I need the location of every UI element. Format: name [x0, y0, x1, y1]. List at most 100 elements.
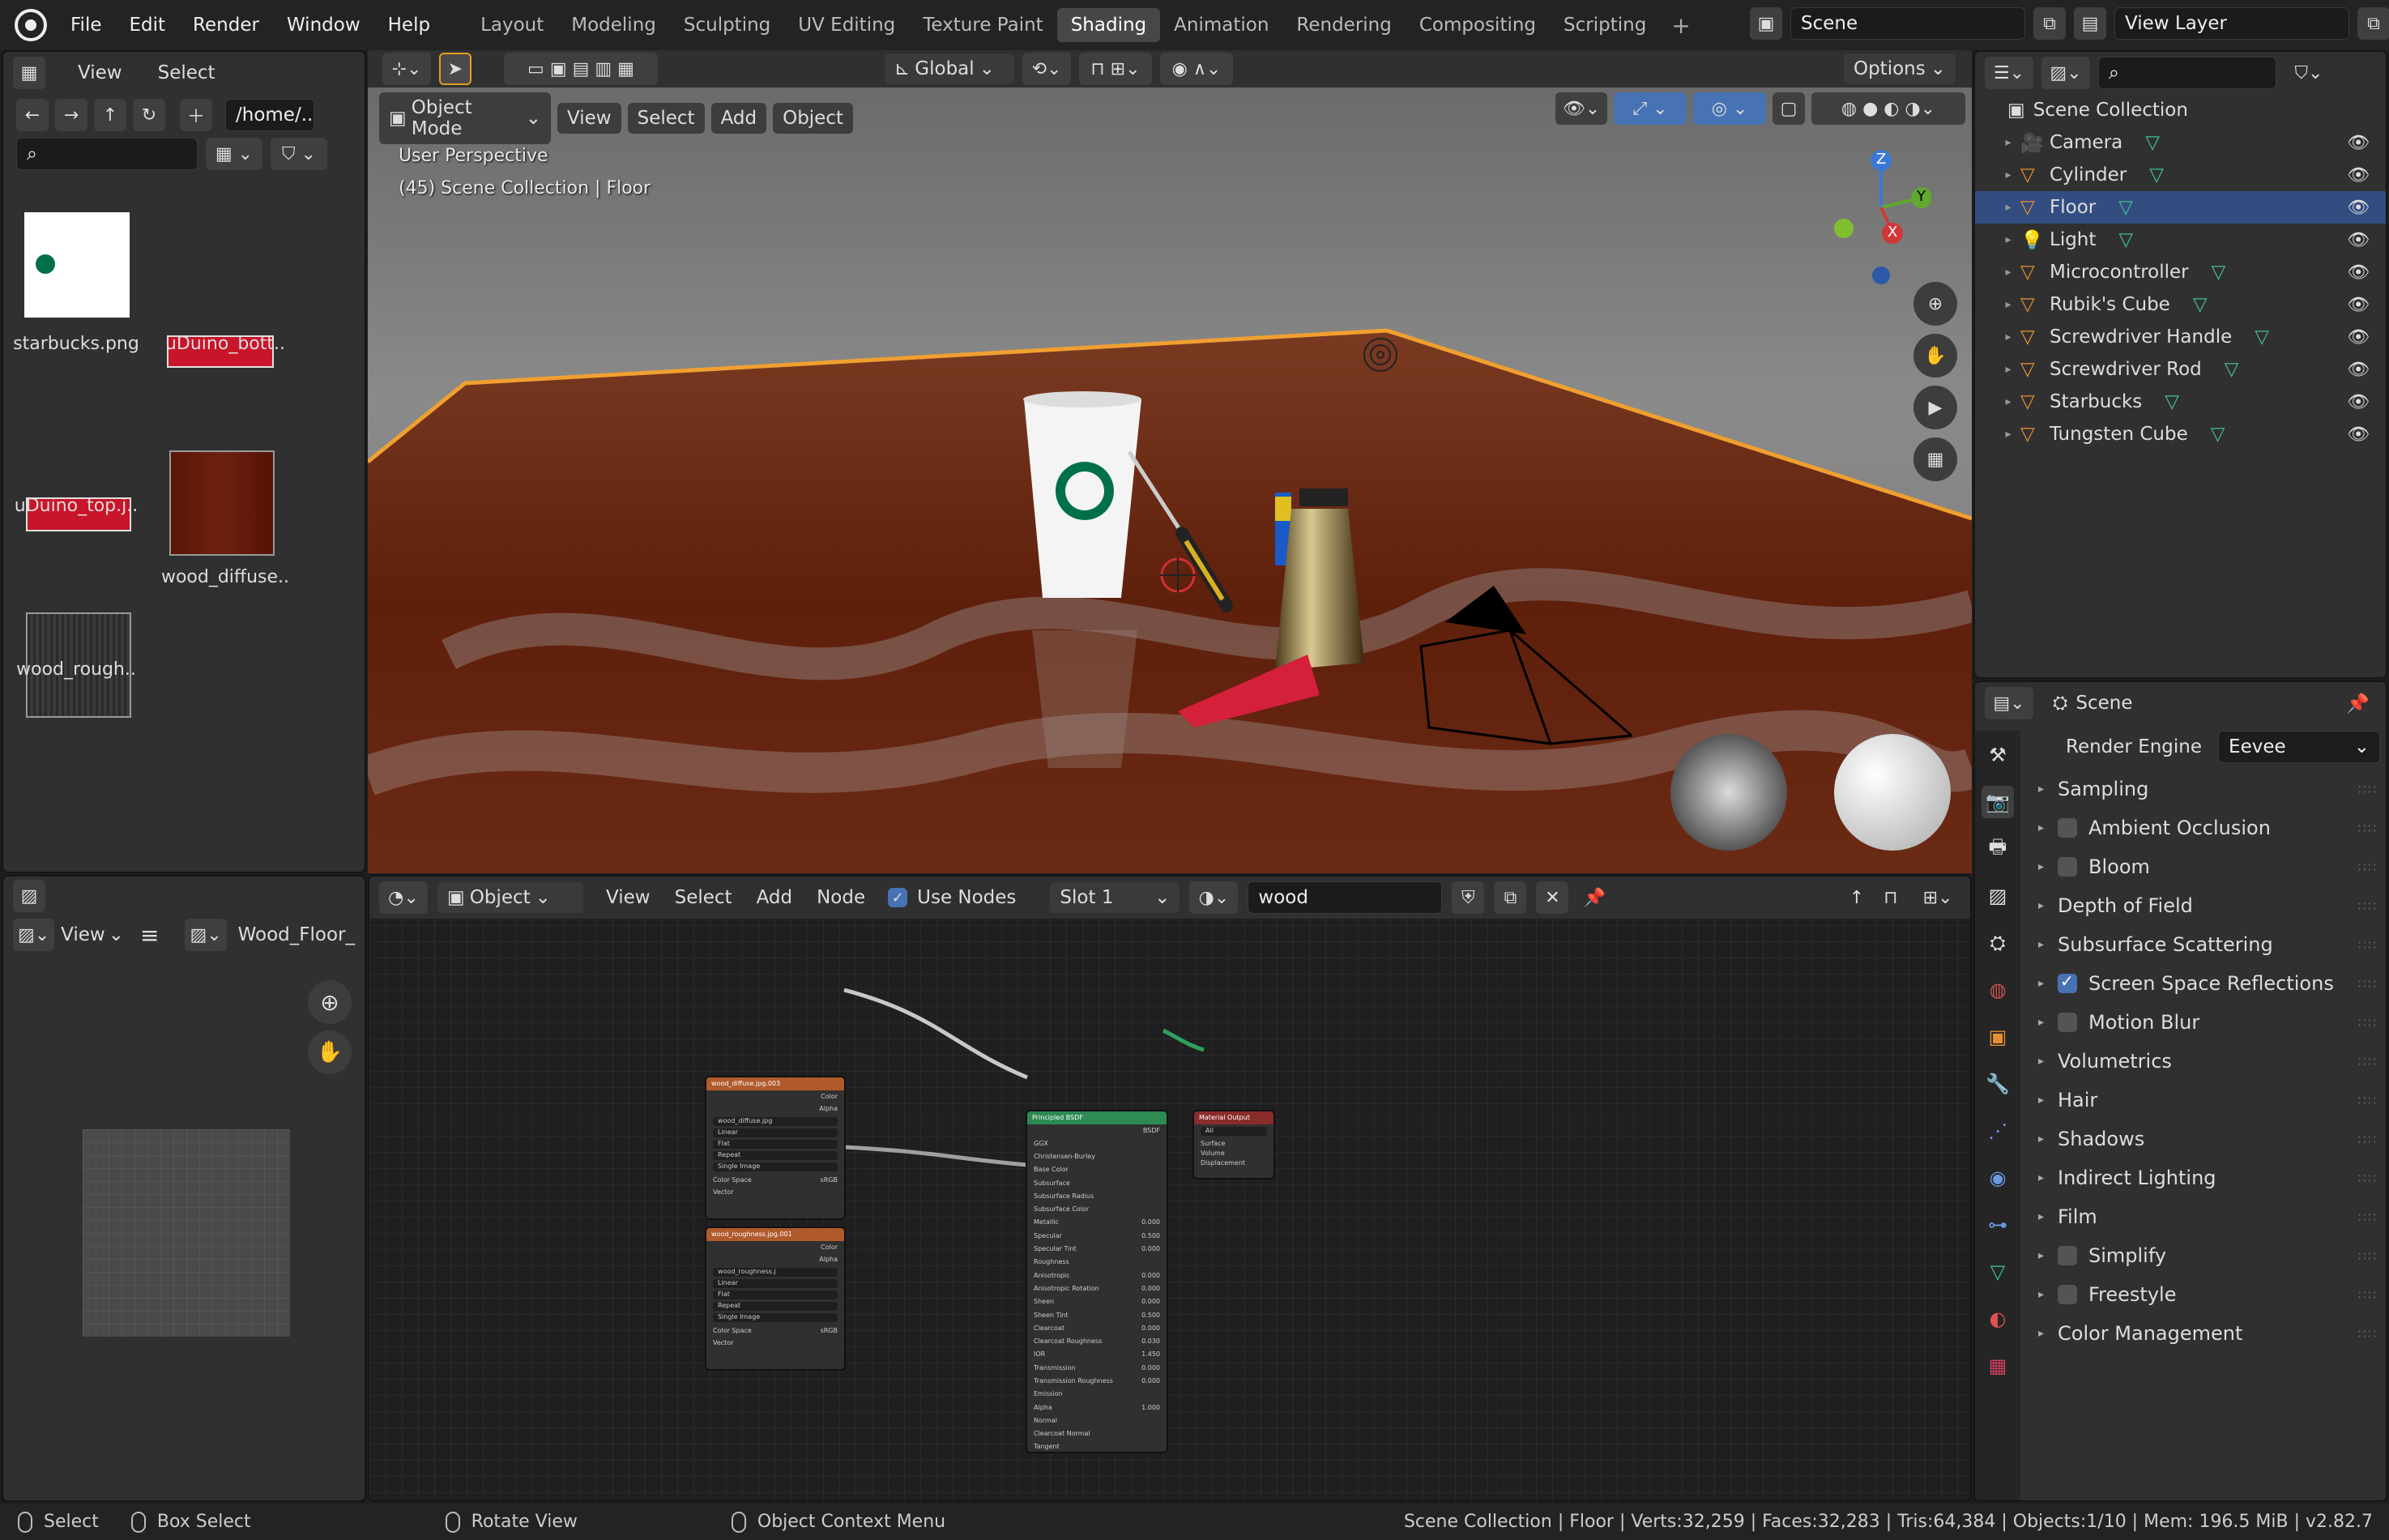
image-field[interactable]: wood_diffuse.jpg: [713, 1117, 838, 1126]
editor-type-icon[interactable]: ☰⌄: [1985, 57, 2033, 89]
outliner-item[interactable]: ▸ ▽ Microcontroller ▽ 👁: [1975, 256, 2386, 288]
bsdf-input-row[interactable]: Transmission 0.000: [1027, 1361, 1167, 1374]
bsdf-input-row[interactable]: Anisotropic Rotation 0.000: [1027, 1282, 1167, 1295]
drag-handle-icon[interactable]: ∷∷: [2358, 821, 2378, 836]
image-name[interactable]: Wood_Floor_: [238, 924, 355, 945]
expand-arrow-icon[interactable]: ▸: [1996, 169, 2020, 181]
image-field[interactable]: wood_roughness.j: [713, 1268, 838, 1277]
path-field[interactable]: /home/..: [225, 99, 314, 131]
image-browse-icon[interactable]: ▨⌄: [185, 919, 227, 951]
eye-icon[interactable]: 👁: [2347, 165, 2370, 186]
drag-handle-icon[interactable]: ∷∷: [2358, 1248, 2378, 1264]
object-data-icon[interactable]: ▽: [2255, 326, 2269, 348]
bsdf-input-row[interactable]: Base Color: [1027, 1163, 1167, 1176]
outliner-item[interactable]: ▸ ▽ Rubik's Cube ▽ 👁: [1975, 288, 2386, 321]
texture-tab-icon[interactable]: ▦: [1982, 1350, 2014, 1382]
scene-name-field[interactable]: Scene: [1790, 7, 2025, 40]
overlay-toggle-icon[interactable]: ◎ ⌄: [1693, 92, 1766, 125]
workspace-tab-rendering[interactable]: Rendering: [1282, 8, 1405, 42]
panel-bloom[interactable]: ▸ Bloom ∷∷: [2020, 847, 2386, 886]
outliner-item[interactable]: ▸ 🎥 Camera ▽ 👁: [1975, 126, 2386, 159]
interpolation-dropdown[interactable]: Linear: [713, 1128, 838, 1137]
expand-arrow-icon[interactable]: ▸: [1996, 201, 2020, 214]
drag-handle-icon[interactable]: ∷∷: [2358, 1132, 2378, 1147]
view-layer-field[interactable]: View Layer: [2114, 7, 2349, 40]
view-layer-browse-icon[interactable]: ▤: [2074, 7, 2106, 40]
bsdf-input-row[interactable]: Metallic 0.000: [1027, 1216, 1167, 1229]
bsdf-input-row[interactable]: IOR 1.450: [1027, 1348, 1167, 1361]
drag-handle-icon[interactable]: ∷∷: [2358, 976, 2378, 992]
tool-tab-icon[interactable]: ⚒: [1982, 739, 2014, 771]
bsdf-input-row[interactable]: Specular 0.500: [1027, 1229, 1167, 1242]
add-workspace-icon[interactable]: +: [1660, 12, 1701, 39]
bsdf-input-row[interactable]: Subsurface Color: [1027, 1202, 1167, 1215]
render-engine-dropdown[interactable]: Eevee ⌄: [2218, 731, 2381, 763]
back-arrow-icon[interactable]: ←: [16, 99, 49, 131]
camera-view-icon[interactable]: ▶: [1913, 386, 1957, 429]
view-menu[interactable]: View: [61, 924, 105, 945]
drag-handle-icon[interactable]: ∷∷: [2358, 860, 2378, 875]
object-data-icon[interactable]: ▽: [2225, 359, 2239, 380]
outliner-item[interactable]: ▸ ▽ Floor ▽ 👁: [1975, 191, 2386, 224]
outliner-item[interactable]: ▸ ▽ Starbucks ▽ 👁: [1975, 386, 2386, 418]
particles-tab-icon[interactable]: ⋰: [1982, 1115, 2014, 1147]
bsdf-input-row[interactable]: Clearcoat Roughness 0.030: [1027, 1334, 1167, 1347]
transform-pivot-icon[interactable]: ⊹⌄: [382, 53, 431, 85]
workspace-tab-scripting[interactable]: Scripting: [1550, 8, 1660, 42]
drag-handle-icon[interactable]: ∷∷: [2358, 898, 2378, 914]
pin-icon[interactable]: 📌: [2346, 693, 2370, 715]
outliner-item[interactable]: ▸ ▽ Screwdriver Handle ▽ 👁: [1975, 321, 2386, 353]
viewport-menu-select[interactable]: Select: [627, 103, 705, 134]
new-scene-icon[interactable]: ⧉: [2033, 7, 2066, 40]
image-texture-node-roughness[interactable]: wood_roughness.jpg.001 Color Alpha wood_…: [705, 1226, 846, 1371]
outliner-item[interactable]: ▸ 💡 Light ▽ 👁: [1975, 224, 2386, 256]
data-tab-icon[interactable]: ▽: [1982, 1256, 2014, 1288]
viewport-menu-add[interactable]: Add: [710, 103, 767, 134]
drag-handle-icon[interactable]: ∷∷: [2358, 937, 2378, 953]
projection-dropdown[interactable]: Flat: [713, 1290, 838, 1299]
bsdf-input-row[interactable]: Alpha 1.000: [1027, 1401, 1167, 1414]
panel-color-management[interactable]: ▸ Color Management ∷∷: [2020, 1314, 2386, 1353]
expand-arrow-icon[interactable]: ▸: [1996, 266, 2020, 279]
filter-icon[interactable]: ⛉ ⌄: [271, 138, 327, 170]
eye-icon[interactable]: 👁: [2347, 327, 2370, 348]
menu-help[interactable]: Help: [374, 15, 444, 36]
scene-tab-icon[interactable]: ⛭: [1982, 927, 2014, 959]
pivot-point-icon[interactable]: ⟲⌄: [1022, 53, 1071, 85]
expand-arrow-icon[interactable]: ▸: [1996, 298, 2020, 311]
workspace-tab-uv-editing[interactable]: UV Editing: [784, 8, 909, 42]
eye-icon[interactable]: 👁: [2347, 295, 2370, 315]
zoom-icon[interactable]: ⊕: [1913, 282, 1957, 326]
eye-icon[interactable]: 👁: [2347, 392, 2370, 412]
modifier-tab-icon[interactable]: 🔧: [1982, 1068, 2014, 1100]
constraints-tab-icon[interactable]: ⊶: [1982, 1209, 2014, 1241]
output-tab-icon[interactable]: 🖶: [1982, 833, 2014, 865]
viewport-menu-object[interactable]: Object: [773, 103, 854, 134]
source-dropdown[interactable]: Single Image: [713, 1162, 838, 1171]
editor-type-icon[interactable]: ▤⌄: [1985, 687, 2033, 719]
file-search-input[interactable]: ⌕: [16, 138, 198, 170]
panel-checkbox[interactable]: [2058, 1246, 2077, 1265]
workspace-tab-layout[interactable]: Layout: [467, 8, 557, 42]
world-tab-icon[interactable]: ◍: [1982, 974, 2014, 1006]
editor-type-icon[interactable]: ▦: [13, 57, 45, 89]
editor-type-icon[interactable]: ▨: [13, 880, 45, 912]
pan-hand-icon[interactable]: ✋: [308, 1030, 352, 1074]
select-mode-icons[interactable]: ▭ ▣ ▤ ▥ ▦: [504, 53, 658, 85]
color-space-value[interactable]: sRGB: [821, 1176, 838, 1184]
panel-checkbox[interactable]: [2058, 818, 2077, 838]
visibility-icon[interactable]: 👁⌄: [1555, 92, 1607, 125]
panel-subsurface-scattering[interactable]: ▸ Subsurface Scattering ∷∷: [2020, 925, 2386, 964]
panel-volumetrics[interactable]: ▸ Volumetrics ∷∷: [2020, 1042, 2386, 1081]
workspace-tab-animation[interactable]: Animation: [1160, 8, 1282, 42]
panel-simplify[interactable]: ▸ Simplify ∷∷: [2020, 1236, 2386, 1275]
outliner-item[interactable]: ▸ ▽ Cylinder ▽ 👁: [1975, 159, 2386, 191]
parent-dir-icon[interactable]: ↑: [94, 99, 126, 131]
material-output-node[interactable]: Material Output All Surface Volume Displ…: [1192, 1110, 1275, 1180]
bsdf-input-row[interactable]: Christensen-Burley: [1027, 1150, 1167, 1162]
pan-hand-icon[interactable]: ✋: [1913, 334, 1957, 378]
options-dropdown[interactable]: Options ⌄: [1843, 53, 1956, 84]
3d-viewport[interactable]: ▣ Object Mode ⌄ View Select Add Object 👁⌄ …: [368, 87, 1972, 873]
thumbnail-starbucks[interactable]: [24, 212, 130, 318]
select-tool-icon[interactable]: ➤: [439, 53, 471, 85]
